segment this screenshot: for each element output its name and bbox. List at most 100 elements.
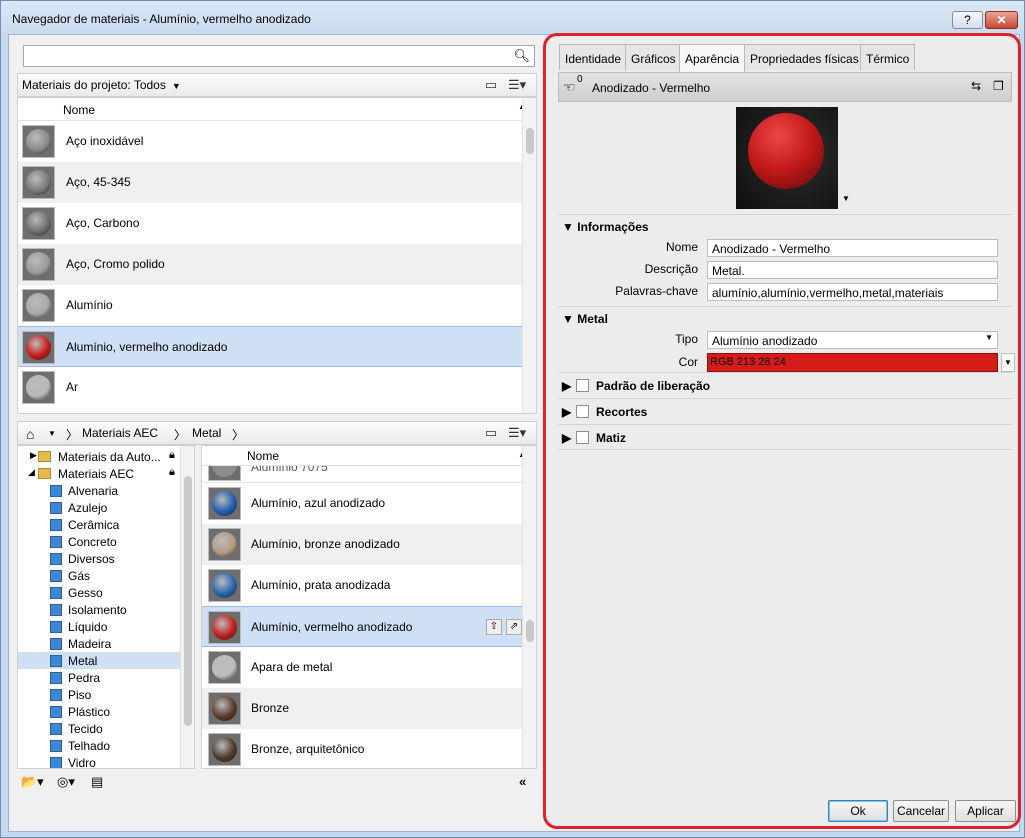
color-options-dropdown[interactable]: ▼ bbox=[1001, 353, 1015, 372]
add-to-editor-icon[interactable]: ⇗ bbox=[506, 619, 522, 635]
section-header-informacoes[interactable]: ▼ Informações bbox=[562, 220, 649, 234]
tree-item[interactable]: Telhado bbox=[18, 737, 194, 754]
tree-item[interactable]: Madeira bbox=[18, 635, 194, 652]
list-item[interactable]: Bronze bbox=[202, 688, 536, 729]
tab-aparencia[interactable]: Aparência bbox=[679, 44, 746, 72]
list-item[interactable]: Ar bbox=[18, 367, 536, 408]
project-filter-label: Materiais do projeto: Todos bbox=[22, 78, 166, 92]
list-item[interactable]: Alumínio, vermelho anodizado ⇧ ⇗ bbox=[202, 606, 536, 647]
view-options-icon[interactable]: ☰▾ bbox=[508, 425, 526, 441]
list-item[interactable]: Aço inoxidável bbox=[18, 121, 536, 162]
material-preview[interactable] bbox=[736, 107, 838, 209]
close-button[interactable]: ✕ bbox=[985, 11, 1018, 29]
list-item[interactable]: Alumínio bbox=[18, 285, 536, 326]
tree-item-label: Líquido bbox=[68, 620, 108, 634]
list-item[interactable]: Bronze, arquitetônico bbox=[202, 729, 536, 768]
material-swatch bbox=[208, 733, 241, 766]
tree-item[interactable]: Plástico bbox=[18, 703, 194, 720]
tree-item[interactable]: Pedra bbox=[18, 669, 194, 686]
collapse-icon[interactable]: « bbox=[519, 774, 526, 789]
help-button[interactable]: ? bbox=[952, 11, 983, 29]
cancel-button[interactable]: Cancelar bbox=[893, 800, 949, 822]
editor-icon[interactable]: ▤ bbox=[91, 774, 103, 790]
tab-identidade[interactable]: Identidade bbox=[559, 44, 628, 70]
description-field[interactable]: Metal. bbox=[707, 261, 998, 279]
material-swatch bbox=[208, 487, 241, 520]
ok-button[interactable]: Ok bbox=[828, 800, 888, 822]
category-icon bbox=[50, 519, 62, 531]
tree-item[interactable]: Isolamento bbox=[18, 601, 194, 618]
material-swatch bbox=[208, 651, 241, 684]
list-item[interactable]: Aço, Cromo polido bbox=[18, 244, 536, 285]
tree-item[interactable]: Líquido bbox=[18, 618, 194, 635]
chevron-down-icon[interactable]: ▼ bbox=[48, 429, 56, 438]
tree-item[interactable]: Metal bbox=[18, 652, 194, 669]
search-input[interactable]: 🔍︎ bbox=[23, 45, 535, 67]
tree-item[interactable]: Azulejo bbox=[18, 499, 194, 516]
tree-item[interactable]: ◢ Materiais AEC 🔒︎ bbox=[18, 465, 194, 482]
tree-item[interactable]: ▶ Materiais da Auto... 🔒︎ bbox=[18, 448, 194, 465]
list-item[interactable]: Apara de metal bbox=[202, 647, 536, 688]
type-select[interactable]: Alumínio anodizado ▼ bbox=[707, 331, 998, 349]
preview-options-icon[interactable]: ▼ bbox=[842, 194, 850, 203]
duplicate-asset-icon[interactable]: ❐ bbox=[993, 79, 1004, 93]
tree-item[interactable]: Tecido bbox=[18, 720, 194, 737]
tree-item[interactable]: Gesso bbox=[18, 584, 194, 601]
tree-item-label: Piso bbox=[68, 688, 92, 702]
list-item[interactable]: Aço, 45-345 bbox=[18, 162, 536, 203]
list-item[interactable]: Alumínio, azul anodizado bbox=[202, 483, 536, 524]
category-icon bbox=[50, 536, 62, 548]
color-swatch-field[interactable]: RGB 213 28 24 bbox=[707, 353, 998, 372]
apply-button[interactable]: Aplicar bbox=[955, 800, 1016, 822]
expand-right-icon[interactable]: ▶ bbox=[30, 450, 37, 461]
tree-item[interactable]: Alvenaria bbox=[18, 482, 194, 499]
expand-right-icon[interactable]: ▶ bbox=[562, 431, 571, 445]
tab-graficos[interactable]: Gráficos bbox=[625, 44, 682, 70]
enable-checkbox[interactable] bbox=[576, 431, 589, 444]
panel-toggle-icon[interactable]: ▭ bbox=[482, 425, 500, 441]
color-value: RGB 213 28 24 bbox=[710, 356, 786, 368]
expand-right-icon[interactable]: ▶ bbox=[562, 405, 571, 419]
tree-item[interactable]: Piso bbox=[18, 686, 194, 703]
breadcrumb-aec-materials[interactable]: Materiais AEC bbox=[82, 426, 158, 440]
vertical-scrollbar[interactable] bbox=[522, 446, 536, 768]
panel-toggle-icon[interactable]: ▭ bbox=[482, 77, 500, 93]
name-field[interactable]: Anodizado - Vermelho bbox=[707, 239, 998, 257]
library-folder-icon[interactable]: 📂▾ bbox=[21, 774, 44, 790]
column-header-name[interactable]: Nome bbox=[247, 449, 279, 463]
add-to-document-icon[interactable]: ⇧ bbox=[486, 619, 502, 635]
vertical-scrollbar[interactable] bbox=[180, 446, 194, 768]
tree-item[interactable]: Vidro bbox=[18, 754, 194, 768]
create-material-icon[interactable]: ◎▾ bbox=[57, 774, 75, 790]
list-item-label: Alumínio, prata anodizada bbox=[251, 578, 391, 592]
tab-propriedades-fisicas[interactable]: Propriedades físicas bbox=[744, 44, 865, 70]
enable-checkbox[interactable] bbox=[576, 379, 589, 392]
tree-item[interactable]: Concreto bbox=[18, 533, 194, 550]
tree-item[interactable]: Cerâmica bbox=[18, 516, 194, 533]
home-icon[interactable]: ⌂ bbox=[26, 426, 34, 442]
list-item[interactable]: Alumínio, prata anodizada bbox=[202, 565, 536, 606]
keywords-field[interactable]: alumínio,alumínio,vermelho,metal,materia… bbox=[707, 283, 998, 301]
view-options-icon[interactable]: ☰▾ bbox=[508, 77, 526, 93]
tree-item-label: Cerâmica bbox=[68, 518, 120, 532]
project-filter-dropdown[interactable]: Materiais do projeto: Todos ▼ bbox=[22, 78, 181, 92]
vertical-scrollbar[interactable] bbox=[522, 98, 536, 413]
category-icon bbox=[50, 655, 62, 667]
list-item[interactable]: Alumínio, bronze anodizado bbox=[202, 524, 536, 565]
category-icon bbox=[50, 638, 62, 650]
breadcrumb-metal[interactable]: Metal bbox=[192, 426, 221, 440]
breadcrumb-separator: 〉 bbox=[232, 428, 245, 442]
expand-down-icon[interactable]: ◢ bbox=[28, 467, 35, 478]
replace-asset-icon[interactable]: ⇆ bbox=[971, 79, 981, 93]
tab-termico[interactable]: Térmico bbox=[860, 44, 916, 70]
expand-right-icon[interactable]: ▶ bbox=[562, 379, 571, 393]
list-item[interactable]: Alumínio, vermelho anodizado bbox=[18, 326, 536, 367]
section-header-metal[interactable]: ▼ Metal bbox=[562, 312, 608, 326]
enable-checkbox[interactable] bbox=[576, 405, 589, 418]
list-item[interactable]: Aço, Carbono bbox=[18, 203, 536, 244]
tree-item[interactable]: Gás bbox=[18, 567, 194, 584]
list-item-label: Ar bbox=[66, 380, 78, 394]
column-header-name[interactable]: Nome bbox=[63, 103, 95, 117]
tree-item[interactable]: Diversos bbox=[18, 550, 194, 567]
list-item-label: Alumínio, vermelho anodizado bbox=[66, 340, 228, 354]
